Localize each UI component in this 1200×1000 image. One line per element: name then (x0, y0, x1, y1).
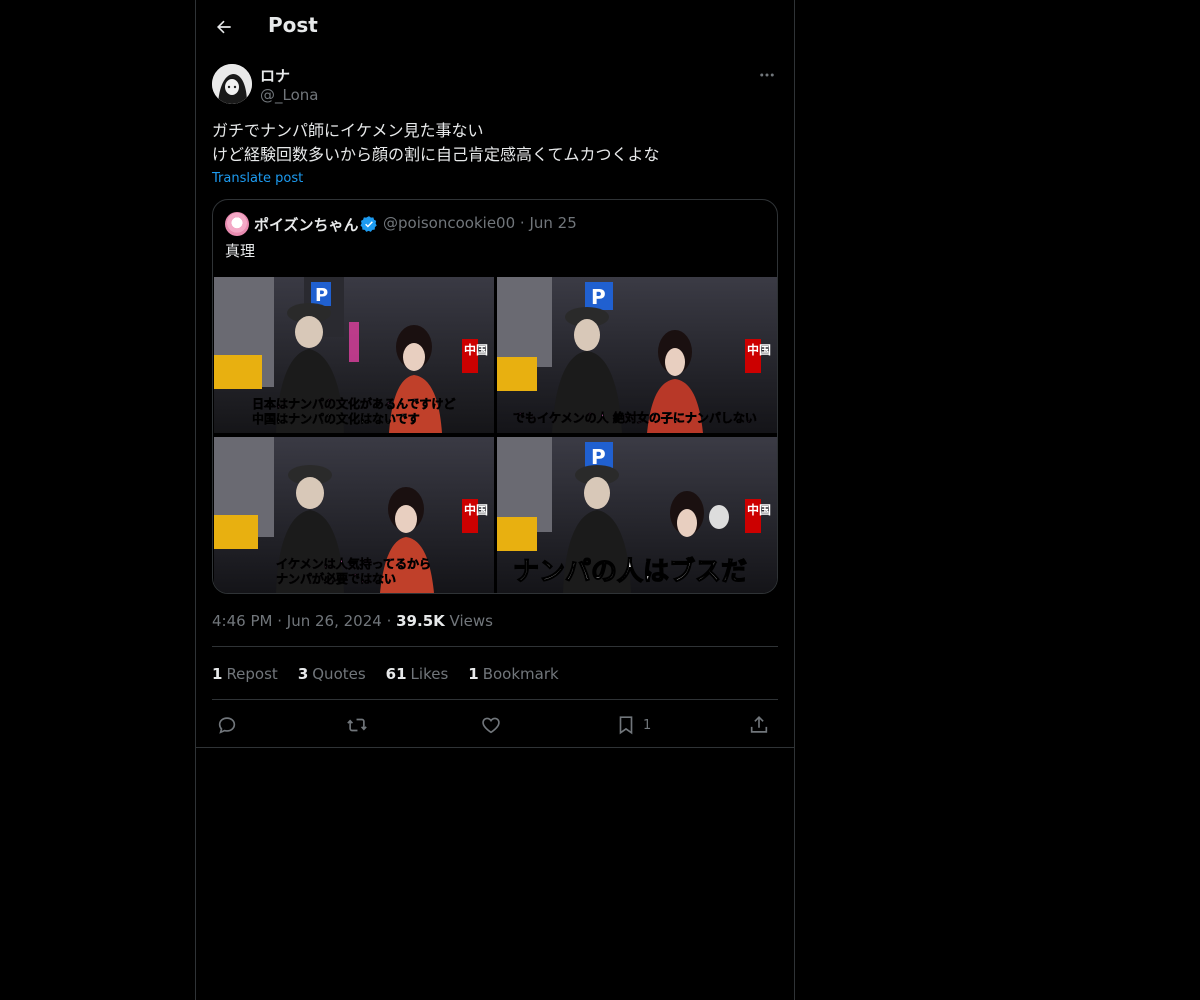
likes-stat[interactable]: 61 Likes (386, 665, 449, 683)
author-name[interactable]: ロナ (260, 65, 290, 86)
bookmark-count: 1 (643, 717, 652, 733)
repost-icon (347, 718, 367, 732)
divider (196, 747, 794, 748)
translate-post-link[interactable]: Translate post (212, 171, 303, 186)
media-image[interactable]: P 中国 ナンパの人はブスだ (497, 437, 777, 593)
bookmarks-stat[interactable]: 1 Bookmark (468, 665, 558, 683)
header: Post (196, 0, 794, 54)
media-image[interactable]: P 中国 でもイケメンの人 絶対女の子にナンパしない (497, 277, 777, 433)
quotes-count: 3 (297, 665, 309, 683)
quoted-post[interactable]: ポイズンちゃん @poisoncookie00 · Jun 25 真理 P 中国 (212, 199, 778, 594)
tile-caption: 中国はナンパの文化はないです (252, 411, 420, 426)
likes-count: 61 (385, 665, 407, 683)
quotes-label: Quotes (312, 665, 366, 683)
more-options-button[interactable] (756, 64, 778, 86)
post-text: ガチでナンパ師にイケメン見た事ない けど経験回数多いから顔の割に自己肯定感高くて… (212, 119, 778, 167)
reply-icon (218, 717, 236, 734)
post-meta: 4:46 PM · Jun 26, 2024 · 39.5K Views (212, 612, 493, 630)
reposts-stat[interactable]: 1 Repost (212, 665, 278, 683)
svg-text:P: P (591, 285, 606, 309)
more-icon (760, 73, 774, 77)
post-text-line: ガチでナンパ師にイケメン見た事ない (212, 121, 484, 140)
tile-caption: ナンパが必要ではない (276, 571, 396, 586)
post-date[interactable]: Jun 26, 2024 (287, 612, 382, 630)
post-author: ロナ @_Lona (212, 64, 778, 106)
repost-button[interactable] (345, 712, 369, 738)
post-time[interactable]: 4:46 PM (212, 612, 272, 630)
verified-badge-icon (360, 216, 377, 232)
tile-caption: ナンパの人はブスだ (513, 556, 747, 587)
views-label: Views (449, 612, 493, 630)
bookmark-icon (619, 716, 633, 735)
tile-caption: イケメンは人気持ってるから (276, 556, 431, 571)
quoted-media-grid[interactable]: P 中国 日本はナンパの文化があるんですけど 中国はナンパの文化はないです P … (213, 276, 777, 593)
views-count: 39.5K (396, 612, 445, 630)
quoted-post-text: 真理 (225, 242, 256, 260)
post-stats: 1 Repost 3 Quotes 61 Likes 1 Bookmark (212, 665, 559, 683)
tile-caption: でもイケメンの人 絶対女の子にナンパしない (513, 410, 757, 425)
author-handle[interactable]: @_Lona (260, 86, 318, 104)
meta-separator: · (386, 612, 397, 630)
bookmarks-count: 1 (468, 665, 479, 683)
page-title: Post (268, 13, 318, 37)
quoted-author-name[interactable]: ポイズンちゃん (254, 214, 359, 235)
tile-corner-label: 中国 (464, 342, 488, 357)
share-button[interactable] (748, 712, 770, 738)
media-image[interactable]: P 中国 日本はナンパの文化があるんですけど 中国はナンパの文化はないです (214, 277, 494, 433)
reposts-label: Repost (226, 665, 278, 683)
meta-separator: · (277, 612, 287, 630)
bookmarks-label: Bookmark (482, 665, 559, 683)
author-avatar[interactable] (212, 64, 252, 104)
like-button[interactable] (480, 712, 502, 738)
post-actions: 1 (212, 712, 778, 738)
post-column: Post ロナ @_Lona ガチでナンパ師にイケメン見た事ない けど経験回数多… (195, 0, 795, 1000)
tile-corner-label: 中国 (747, 342, 771, 357)
svg-text:P: P (315, 285, 328, 306)
divider (212, 646, 778, 647)
tile-corner-label: 中国 (747, 502, 771, 517)
media-image[interactable]: 中国 イケメンは人気持ってるから ナンパが必要ではない (214, 437, 494, 593)
like-icon (482, 717, 500, 734)
bookmark-button[interactable]: 1 (615, 712, 651, 738)
likes-label: Likes (410, 665, 449, 683)
quoted-author-avatar[interactable] (225, 212, 249, 236)
tile-caption: 日本はナンパの文化があるんですけど (252, 396, 455, 411)
back-arrow-icon (217, 20, 231, 34)
tile-corner-label: 中国 (464, 502, 488, 517)
post-text-line: けど経験回数多いから顔の割に自己肯定感高くてムカつくよな (212, 145, 660, 164)
reposts-count: 1 (212, 665, 223, 683)
quoted-author-handle[interactable]: @poisoncookie00 · Jun 25 (383, 214, 577, 232)
divider (212, 699, 778, 700)
reply-button[interactable] (216, 712, 238, 738)
quotes-stat[interactable]: 3 Quotes (298, 665, 366, 683)
back-button[interactable] (210, 13, 238, 41)
share-icon (750, 716, 768, 733)
